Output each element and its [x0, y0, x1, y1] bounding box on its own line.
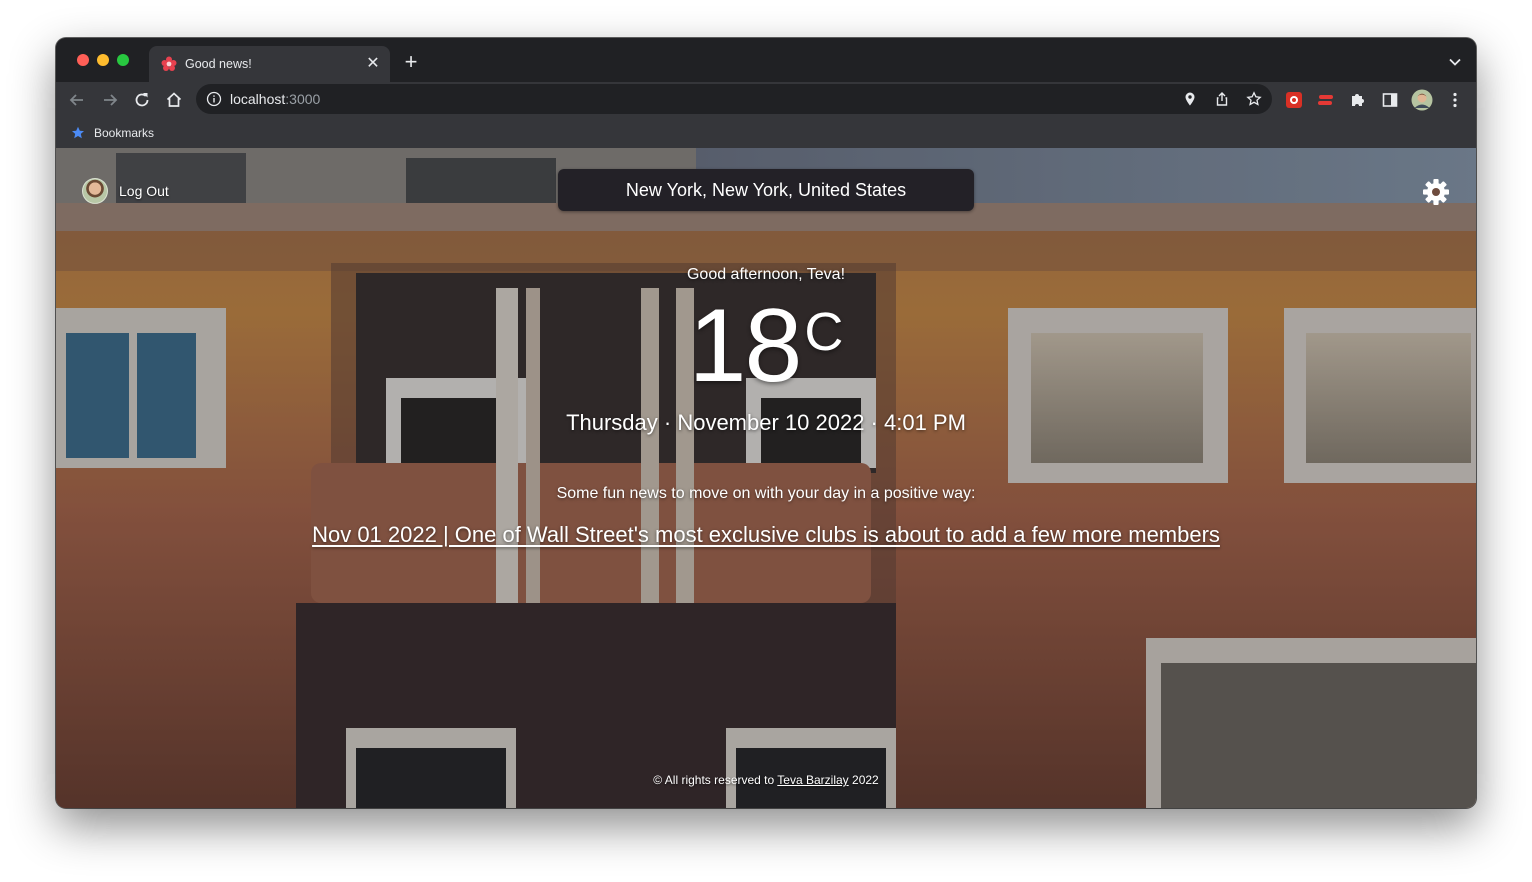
tab-active[interactable]: Good news! ✕: [149, 46, 390, 82]
tab-close-icon[interactable]: ✕: [364, 55, 382, 73]
user-avatar: [82, 178, 108, 204]
logout-button[interactable]: Log Out: [82, 178, 169, 204]
footer-year: 2022: [852, 773, 879, 787]
url-text: localhost:3000: [230, 91, 320, 107]
bookmarks-label[interactable]: Bookmarks: [94, 126, 154, 140]
gear-icon[interactable]: [1422, 178, 1450, 206]
footer: © All rights reserved to Teva Barzilay 2…: [56, 773, 1476, 787]
background-overlay: [56, 148, 1476, 808]
news-headline-link[interactable]: Nov 01 2022 | One of Wall Street's most …: [56, 522, 1476, 548]
temperature-display: 18 C: [56, 288, 1476, 404]
date-time-text: Thursday · November 10 2022 · 4:01 PM: [566, 410, 966, 435]
browser-toolbar: localhost:3000: [56, 82, 1476, 118]
browser-window: Good news! ✕ + localhost:3000 Bookmarks …: [56, 38, 1476, 808]
forward-arrow-icon[interactable]: [100, 90, 120, 110]
new-tab-button[interactable]: +: [400, 51, 422, 74]
author-link[interactable]: Teva Barzilay: [777, 773, 848, 787]
side-panel-icon[interactable]: [1380, 90, 1400, 110]
temperature-unit[interactable]: C: [804, 302, 843, 362]
back-arrow-icon[interactable]: [67, 90, 87, 110]
puzzle-icon[interactable]: [1348, 90, 1368, 110]
share-icon[interactable]: [1214, 91, 1230, 107]
reload-icon[interactable]: [132, 90, 152, 110]
location-pin-icon[interactable]: [1182, 91, 1198, 107]
address-bar[interactable]: localhost:3000: [196, 84, 1272, 114]
tab-search-chevron-icon[interactable]: [1448, 55, 1462, 69]
maximize-window-button[interactable]: [117, 54, 129, 66]
tab-strip: Good news! ✕ +: [56, 38, 1476, 82]
bookmarks-bar: Bookmarks: [56, 118, 1476, 148]
bookmarks-star-icon: [72, 126, 84, 139]
url-port: :3000: [285, 91, 321, 107]
news-intro-text: Some fun news to move on with your day i…: [556, 485, 976, 502]
home-icon[interactable]: [164, 90, 184, 110]
extension-red-icon[interactable]: [1316, 90, 1336, 110]
bookmark-star-icon[interactable]: [1246, 91, 1262, 107]
greeting-text: Good afternoon, Teva!: [686, 266, 846, 283]
url-host: localhost: [230, 91, 286, 107]
logout-label: Log Out: [119, 183, 169, 199]
kebab-menu-icon[interactable]: [1445, 90, 1465, 110]
info-icon[interactable]: [206, 91, 222, 107]
page-content: Log Out New York, New York, United State…: [56, 148, 1476, 808]
tab-title: Good news!: [185, 57, 252, 71]
close-window-button[interactable]: [77, 54, 89, 66]
location-selector[interactable]: New York, New York, United States: [558, 169, 974, 211]
temperature-value: 18: [688, 288, 803, 404]
footer-prefix: © All rights reserved to: [653, 773, 775, 787]
profile-avatar-icon[interactable]: [1411, 89, 1433, 111]
app-favicon-icon: [161, 56, 177, 71]
extension-icon[interactable]: [1284, 90, 1304, 110]
minimize-window-button[interactable]: [97, 54, 109, 66]
